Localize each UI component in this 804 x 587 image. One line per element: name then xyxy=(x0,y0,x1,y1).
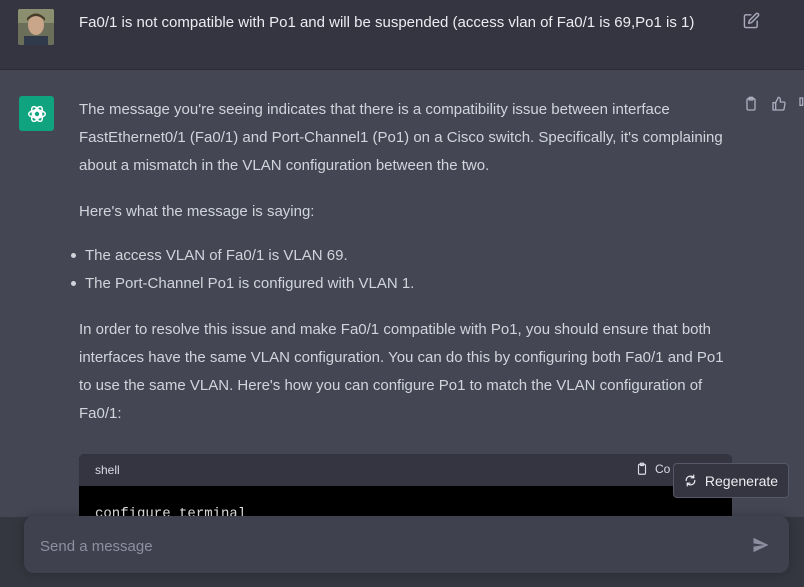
assistant-message-row: The message you're seeing indicates that… xyxy=(0,70,804,524)
code-language-label: shell xyxy=(95,463,120,477)
response-paragraph-2: Here's what the message is saying: xyxy=(79,203,315,220)
list-item: The access VLAN of Fa0/1 is VLAN 69. xyxy=(71,242,729,270)
list-item: The Port-Channel Po1 is configured with … xyxy=(71,270,729,298)
code-block: shell Co configure terminal xyxy=(79,454,732,524)
response-bullet-list: The access VLAN of Fa0/1 is VLAN 69. The… xyxy=(71,242,729,298)
regenerate-label: Regenerate xyxy=(704,472,779,489)
copy-code-label: Co xyxy=(655,462,671,476)
send-icon[interactable] xyxy=(751,535,771,555)
message-input[interactable] xyxy=(38,534,732,558)
code-block-header: shell Co xyxy=(79,454,732,486)
clipboard-icon[interactable] xyxy=(743,96,761,114)
thumbs-down-icon[interactable] xyxy=(798,96,804,114)
regenerate-button[interactable]: Regenerate xyxy=(673,463,789,498)
refresh-icon xyxy=(685,474,696,487)
user-message-row: Fa0/1 is not compatible with Po1 and wil… xyxy=(0,0,804,70)
copy-code-button[interactable]: Co xyxy=(635,462,670,476)
message-composer xyxy=(24,516,789,573)
edit-icon[interactable] xyxy=(743,12,760,29)
assistant-logo-icon xyxy=(19,96,54,131)
assistant-message-content: The message you're seeing indicates that… xyxy=(71,96,729,446)
thumbs-up-icon[interactable] xyxy=(771,96,789,114)
response-paragraph-3: In order to resolve this issue and make … xyxy=(79,321,724,422)
response-paragraph-1: The message you're seeing indicates that… xyxy=(79,101,723,174)
clipboard-icon xyxy=(637,462,647,475)
user-avatar xyxy=(18,9,54,45)
user-message-text: Fa0/1 is not compatible with Po1 and wil… xyxy=(79,14,695,31)
